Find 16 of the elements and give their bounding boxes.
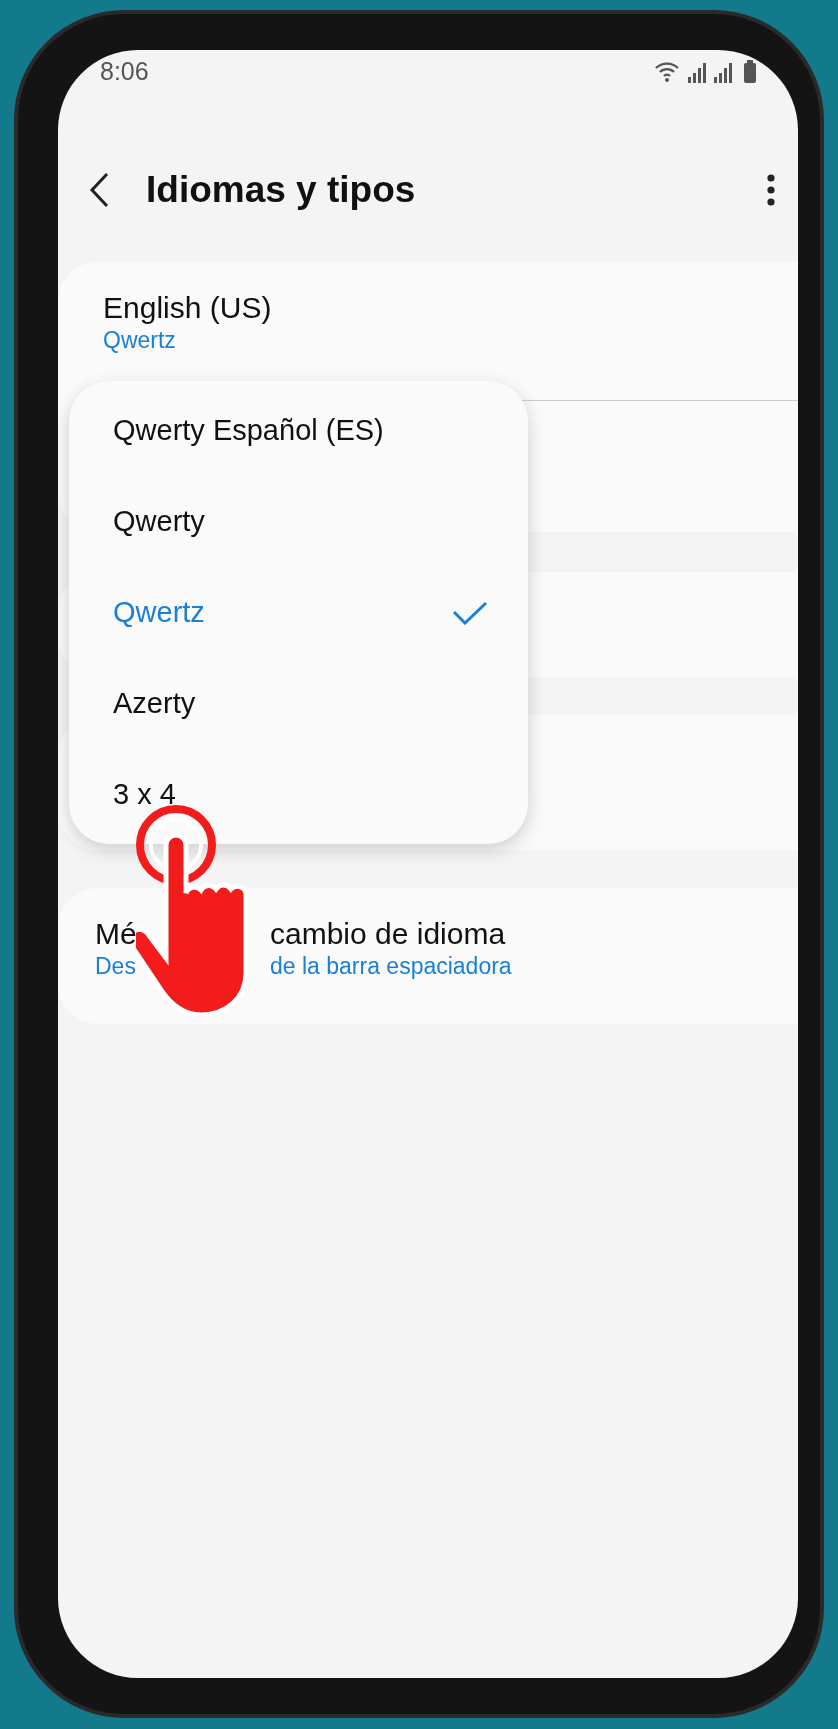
layout-option[interactable]: Azerty xyxy=(69,658,528,749)
language-layout: Qwertz xyxy=(103,326,177,355)
more-options-icon[interactable] xyxy=(766,173,776,207)
page-title: Idiomas y tipos xyxy=(146,168,417,213)
layout-option[interactable]: Qwerty Español (ES) xyxy=(69,385,528,476)
checkmark-icon xyxy=(452,600,488,625)
language-title[interactable]: English (US) xyxy=(103,290,798,326)
setting-title-start: Mé xyxy=(95,916,138,952)
layout-option[interactable]: 3 x 4 xyxy=(69,749,528,840)
setting-value-start: Des xyxy=(95,952,137,981)
status-time: 8:06 xyxy=(100,56,149,88)
layout-option[interactable]: Qwertz xyxy=(69,567,528,658)
setting-title-end: cambio de idioma xyxy=(270,916,507,952)
layout-option[interactable]: Qwerty xyxy=(69,476,528,567)
back-icon[interactable] xyxy=(88,171,110,209)
setting-value-end: de la barra espaciadora xyxy=(270,952,513,981)
